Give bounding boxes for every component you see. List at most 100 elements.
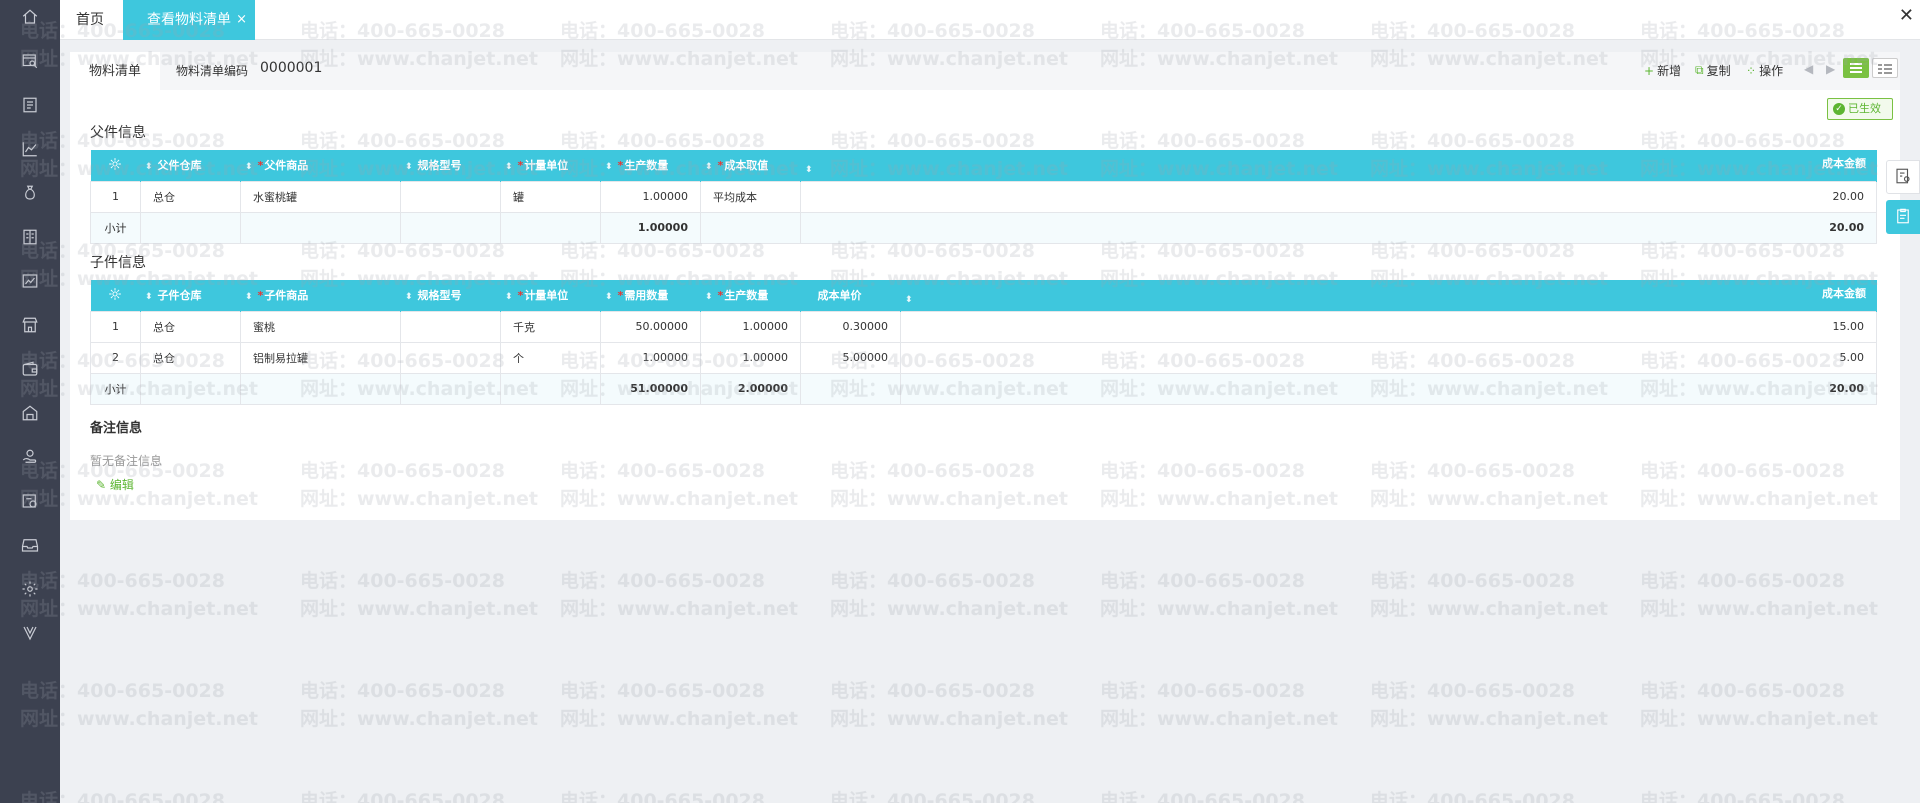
table-row[interactable]: 1 总仓 蜜桃 千克 50.00000 1.00000 0.30000 15.0… [90, 310, 1877, 343]
col-cost-amount[interactable]: ⬍ 成本金额 [800, 150, 1877, 181]
watermark-phone: 电话：400-665-0028 [1640, 790, 1845, 803]
watermark-site: 网址：www.chanjet.net [1370, 708, 1608, 730]
ledger-icon[interactable] [18, 225, 42, 249]
col-child-warehouse[interactable]: ⬍ 子件仓库 [140, 280, 241, 311]
list-view-toggle[interactable] [1843, 58, 1869, 78]
col-spec[interactable]: ⬍ 规格型号 [400, 150, 501, 181]
col-label: 生产数量 [624, 159, 669, 173]
col-label: 父件商品 [264, 159, 309, 173]
sort-icon[interactable]: ⬍ [905, 295, 913, 305]
sort-icon[interactable]: ⬍ [505, 292, 513, 302]
col-production-qty[interactable]: ⬍ *生产数量 [700, 280, 801, 311]
sort-icon[interactable]: ⬍ [145, 162, 153, 172]
copy-button[interactable]: ⧉ 复制 [1695, 62, 1731, 79]
sort-icon[interactable]: ⬍ [605, 292, 613, 302]
col-label: 计量单位 [524, 289, 569, 303]
cell-warehouse: 总仓 [140, 180, 241, 213]
cell-cost-amount: 5.00 [900, 341, 1877, 374]
subtotal-empty-cell [240, 372, 401, 405]
v-logo-icon[interactable] [18, 621, 42, 645]
col-unit[interactable]: ⬍ *计量单位 [500, 150, 601, 181]
tab-bom-form[interactable]: 物料清单 [70, 52, 160, 90]
subtotal-use-qty: 51.00000 [600, 372, 701, 405]
card-icon[interactable] [18, 489, 42, 513]
sort-icon[interactable]: ⬍ [245, 162, 253, 172]
chart-icon[interactable] [18, 137, 42, 161]
tab-home[interactable]: 首页 [76, 0, 104, 40]
next-record-icon[interactable]: ▶ [1826, 62, 1835, 76]
table-row[interactable]: 2 总仓 铝制易拉罐 个 1.00000 1.00000 5.00000 5.0… [90, 341, 1877, 374]
sort-icon[interactable]: ⬍ [705, 292, 713, 302]
side-clipboard-button[interactable] [1886, 200, 1920, 234]
subtotal-production-qty: 1.00000 [600, 211, 701, 244]
watermark-site: 网址：www.chanjet.net [830, 598, 1068, 620]
sort-icon[interactable]: ⬍ [405, 162, 413, 172]
inbox-icon[interactable] [18, 533, 42, 557]
required-mark: * [257, 289, 264, 303]
col-cost-method[interactable]: ⬍ *成本取值 [700, 150, 801, 181]
sort-icon[interactable]: ⬍ [405, 292, 413, 302]
sort-icon[interactable]: ⬍ [145, 292, 153, 302]
new-button-label: 新增 [1657, 64, 1682, 78]
sort-icon[interactable]: ⬍ [505, 162, 513, 172]
warehouse-icon[interactable] [18, 401, 42, 425]
new-button[interactable]: + 新增 [1644, 62, 1681, 79]
col-child-product[interactable]: ⬍ *子件商品 [240, 280, 401, 311]
sort-icon[interactable]: ⬍ [805, 165, 813, 175]
watermark-phone: 电话：400-665-0028 [300, 790, 505, 803]
col-label: 子件商品 [264, 289, 309, 303]
cell-spec [400, 310, 501, 343]
col-parent-warehouse[interactable]: ⬍ 父件仓库 [140, 150, 241, 181]
prev-record-icon[interactable]: ◀ [1804, 62, 1813, 76]
subtotal-empty-cell [240, 211, 401, 244]
subtotal-empty-cell [500, 211, 601, 244]
home-icon[interactable] [18, 5, 42, 29]
col-use-qty[interactable]: ⬍ *需用数量 [600, 280, 701, 311]
sort-icon[interactable]: ⬍ [245, 292, 253, 302]
search-doc-icon[interactable] [18, 49, 42, 73]
watermark-site: 网址：www.chanjet.net [560, 708, 798, 730]
required-mark: * [717, 289, 724, 303]
doc-icon[interactable] [18, 93, 42, 117]
col-parent-product[interactable]: ⬍ *父件商品 [240, 150, 401, 181]
tab-view-bom[interactable]: 查看物料清单 × [123, 0, 255, 40]
store-icon[interactable] [18, 313, 42, 337]
plus-icon: + [1644, 63, 1655, 78]
col-label: 成本单价 [817, 289, 862, 303]
col-production-qty[interactable]: ⬍ *生产数量 [600, 150, 701, 181]
sort-icon[interactable]: ⬍ [605, 162, 613, 172]
row-number: 1 [90, 310, 141, 343]
copy-icon: ⧉ [1695, 63, 1704, 77]
settings-icon[interactable] [18, 577, 42, 601]
close-window-icon[interactable]: ✕ [1899, 6, 1914, 26]
col-unit[interactable]: ⬍ *计量单位 [500, 280, 601, 311]
cell-product: 铝制易拉罐 [240, 341, 401, 374]
parent-grid: ⬍ 父件仓库 ⬍ *父件商品 ⬍ 规格型号 ⬍ *计量单位 ⬍ *生产数量 ⬍ *成本取值 … [90, 150, 1877, 244]
table-row[interactable]: 1 总仓 水蜜桃罐 罐 1.00000 平均成本 20.00 [90, 180, 1877, 213]
cell-use-qty: 1.00000 [600, 341, 701, 374]
report-icon[interactable] [18, 269, 42, 293]
column-settings-button[interactable] [90, 280, 141, 311]
hand-coin-icon[interactable] [18, 445, 42, 469]
cell-spec [400, 341, 501, 374]
card-view-toggle[interactable] [1872, 58, 1898, 78]
wallet-icon[interactable] [18, 357, 42, 381]
status-badge-label: 已生效 [1848, 102, 1881, 115]
bom-code-value: 0000001 [260, 60, 323, 76]
child-grid: ⬍ 子件仓库 ⬍ *子件商品 ⬍ 规格型号 ⬍ *计量单位 ⬍ *需用数量 ⬍ *生产数量 … [90, 280, 1877, 405]
child-grid-header: ⬍ 子件仓库 ⬍ *子件商品 ⬍ 规格型号 ⬍ *计量单位 ⬍ *需用数量 ⬍ *生产数量 … [90, 280, 1877, 311]
column-settings-button[interactable] [90, 150, 141, 181]
col-label: 成本金额 [1822, 157, 1866, 171]
col-cost-amount[interactable]: ⬍ 成本金额 [900, 280, 1877, 311]
operations-button[interactable]: ⁘ 操作 [1746, 62, 1783, 79]
col-spec[interactable]: ⬍ 规格型号 [400, 280, 501, 311]
close-tab-icon[interactable]: × [236, 0, 247, 40]
side-tool-button[interactable] [1886, 160, 1920, 194]
operations-button-label: 操作 [1759, 64, 1784, 78]
money-bag-icon[interactable] [18, 181, 42, 205]
subtotal-row: 小计 51.00000 2.00000 20.00 [90, 372, 1877, 405]
sort-icon[interactable]: ⬍ [705, 162, 713, 172]
col-unit-cost[interactable]: ⬍成本单价 [800, 280, 901, 311]
cell-production-qty: 1.00000 [700, 341, 801, 374]
edit-remark-link[interactable]: ✎ 编辑 [96, 476, 134, 493]
